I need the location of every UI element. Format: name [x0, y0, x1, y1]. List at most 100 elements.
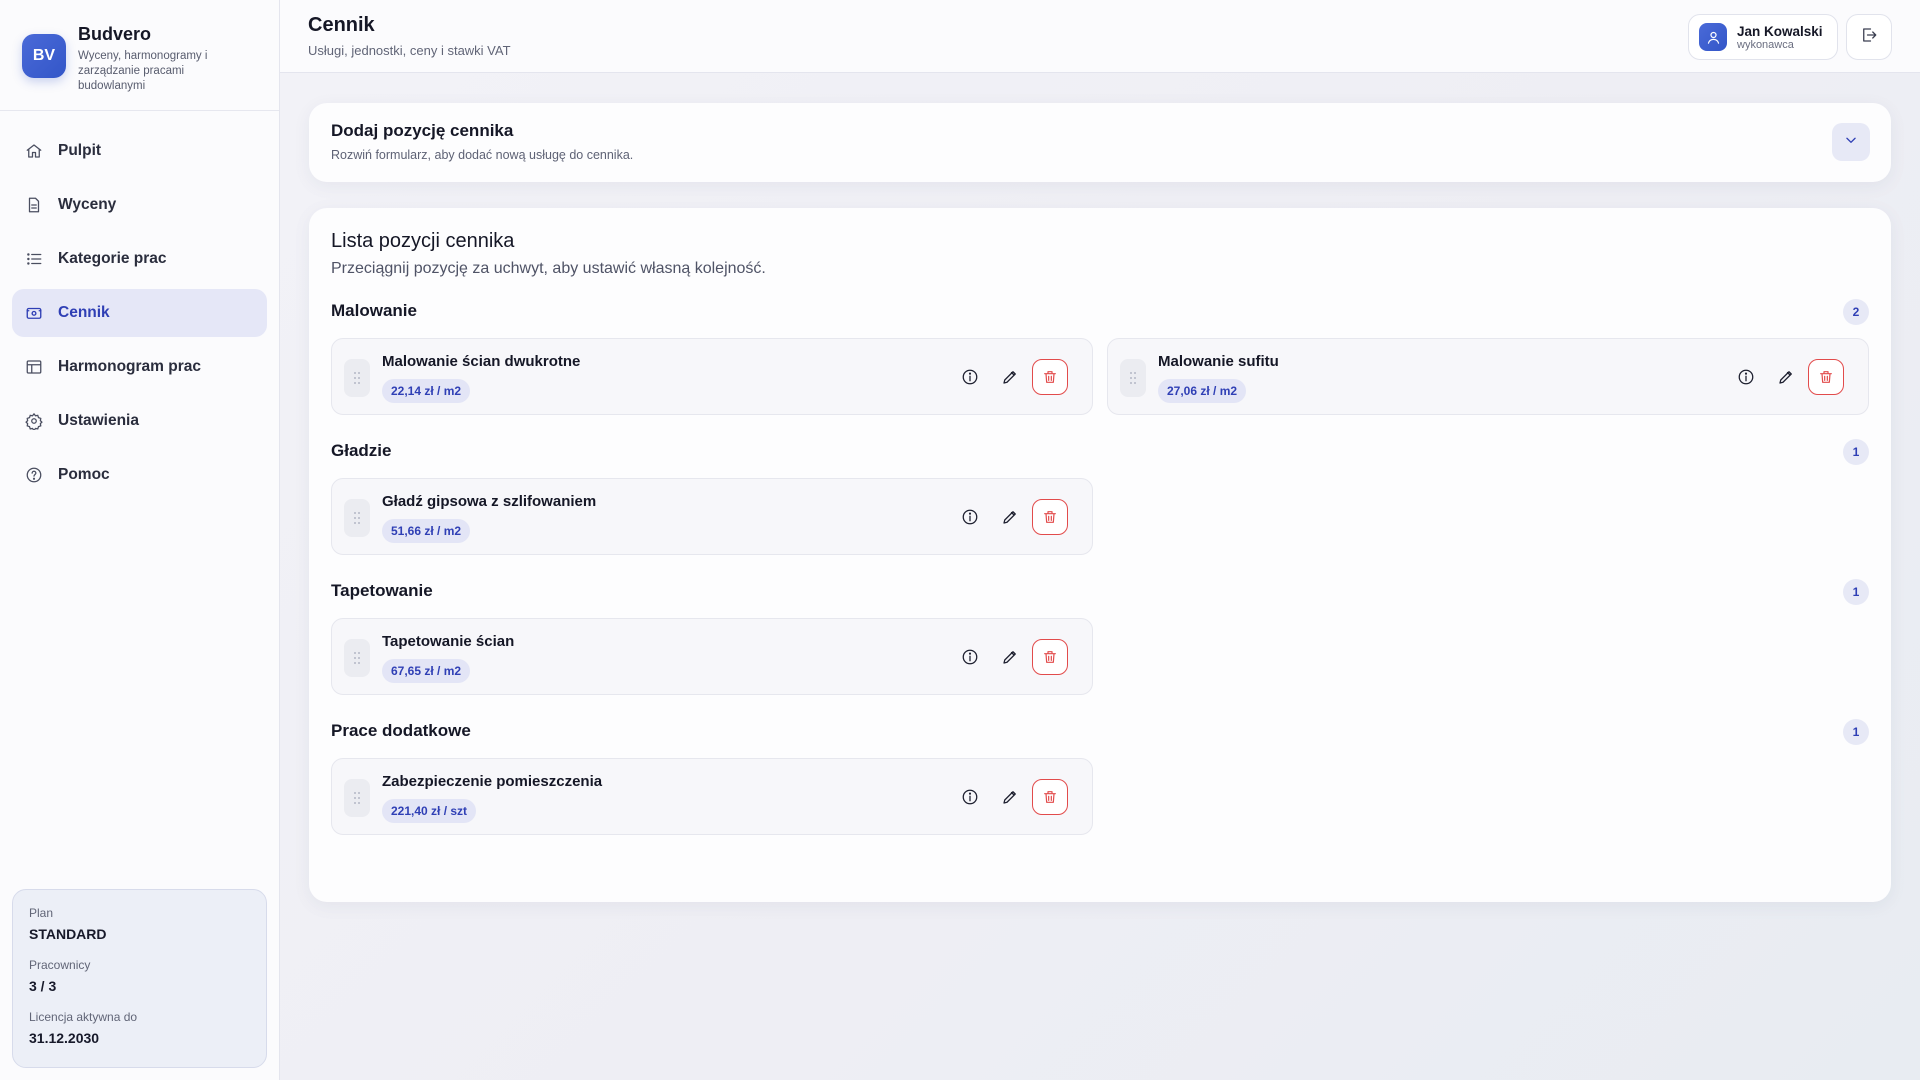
sidebar-item-pomoc[interactable]: Pomoc — [12, 451, 267, 499]
drag-handle-icon[interactable] — [1120, 359, 1146, 397]
user-menu[interactable]: Jan Kowalski wykonawca — [1688, 14, 1838, 60]
sidebar-item-label: Pomoc — [58, 466, 110, 483]
add-item-panel[interactable]: Dodaj pozycję cennika Rozwiń formularz, … — [309, 103, 1891, 182]
info-button[interactable] — [952, 499, 988, 535]
sidebar-item-ustawienia[interactable]: Ustawienia — [12, 397, 267, 445]
edit-button[interactable] — [992, 779, 1028, 815]
license-label: Licencja aktywna do — [29, 1010, 138, 1024]
category-header-gladzie: Gładzie 1 — [331, 437, 1869, 467]
document-icon — [24, 195, 44, 215]
app-tagline: Wyceny, harmonogramy i zarządzanie praca… — [78, 50, 208, 92]
category-count-badge: 2 — [1843, 299, 1869, 325]
app-name: Budvero — [78, 24, 152, 44]
delete-button[interactable] — [1032, 779, 1068, 815]
page-title: Cennik — [308, 14, 375, 36]
pencil-icon — [1003, 651, 1016, 664]
drag-handle-icon[interactable] — [344, 779, 370, 817]
sidebar-item-label: Wyceny — [58, 196, 117, 213]
list-title: Lista pozycji cennika — [331, 230, 515, 252]
price-item: Zabezpieczenie pomieszczenia 221,40 zł /… — [331, 758, 1093, 835]
sidebar-item-label: Ustawienia — [58, 412, 139, 429]
delete-button[interactable] — [1808, 359, 1844, 395]
category-header-prace-dodatkowe: Prace dodatkowe 1 — [331, 717, 1869, 747]
category-count-badge: 1 — [1843, 439, 1869, 465]
item-name: Tapetowanie ścian — [382, 633, 515, 650]
category-name: Malowanie — [331, 301, 417, 320]
pencil-icon — [1003, 791, 1016, 804]
home-icon — [24, 141, 44, 161]
brand: BV Budvero Wyceny, harmonogramy i zarząd… — [0, 0, 279, 111]
list-subtitle: Przeciągnij pozycję za uchwyt, aby ustaw… — [331, 260, 766, 277]
sidebar-item-pulpit[interactable]: Pulpit — [12, 127, 267, 175]
plan-value: STANDARD — [29, 926, 107, 942]
trash-icon — [1044, 511, 1056, 523]
trash-icon — [1044, 371, 1056, 383]
price-badge: 67,65 zł / m2 — [382, 659, 471, 683]
help-icon — [24, 465, 44, 485]
info-icon — [962, 509, 978, 525]
delete-button[interactable] — [1032, 499, 1068, 535]
sidebar-nav: Pulpit Wyceny Kategorie prac Cennik Harm… — [0, 111, 279, 521]
info-icon — [962, 649, 978, 665]
price-tag-icon — [24, 303, 44, 323]
price-badge: 27,06 zł / m2 — [1158, 379, 1247, 403]
user-name: Jan Kowalski — [1737, 23, 1823, 39]
price-item: Tapetowanie ścian 67,65 zł / m2 — [331, 618, 1093, 695]
item-name: Zabezpieczenie pomieszczenia — [382, 773, 603, 790]
edit-button[interactable] — [992, 639, 1028, 675]
page-subtitle: Usługi, jednostki, ceny i stawki VAT — [308, 43, 511, 58]
category-name: Gładzie — [331, 441, 392, 460]
logout-icon — [1860, 26, 1878, 49]
chevron-down-icon — [1844, 133, 1858, 152]
workers-value: 3 / 3 — [29, 978, 57, 994]
sidebar-item-wyceny[interactable]: Wyceny — [12, 181, 267, 229]
drag-handle-icon[interactable] — [344, 639, 370, 677]
info-button[interactable] — [1728, 359, 1764, 395]
workers-label: Pracownicy — [29, 958, 91, 972]
list-icon — [24, 249, 44, 269]
info-icon — [962, 789, 978, 805]
plan-card: Plan STANDARD Pracownicy 3 / 3 Licencja … — [12, 889, 267, 1068]
edit-button[interactable] — [992, 359, 1028, 395]
sidebar-item-cennik[interactable]: Cennik — [12, 289, 267, 337]
category-header-malowanie: Malowanie 2 — [331, 297, 1869, 327]
price-item: Malowanie ścian dwukrotne 22,14 zł / m2 — [331, 338, 1093, 415]
sidebar-item-kategorie[interactable]: Kategorie prac — [12, 235, 267, 283]
info-button[interactable] — [952, 639, 988, 675]
drag-handle-icon[interactable] — [344, 499, 370, 537]
trash-icon — [1044, 651, 1056, 663]
info-button[interactable] — [952, 779, 988, 815]
info-button[interactable] — [952, 359, 988, 395]
trash-icon — [1820, 371, 1832, 383]
category-name: Prace dodatkowe — [331, 721, 471, 740]
delete-button[interactable] — [1032, 359, 1068, 395]
category-count-badge: 1 — [1843, 579, 1869, 605]
info-icon — [1738, 369, 1754, 385]
info-icon — [962, 369, 978, 385]
price-badge: 221,40 zł / szt — [382, 799, 477, 823]
delete-button[interactable] — [1032, 639, 1068, 675]
user-role: wykonawca — [1737, 38, 1794, 51]
sidebar-item-label: Kategorie prac — [58, 250, 167, 267]
sidebar-item-label: Cennik — [58, 304, 110, 321]
user-icon — [1699, 23, 1727, 51]
plan-label: Plan — [29, 906, 54, 920]
pencil-icon — [1779, 371, 1792, 384]
pencil-icon — [1003, 511, 1016, 524]
sidebar: BV Budvero Wyceny, harmonogramy i zarząd… — [0, 0, 280, 1080]
expand-form-button[interactable] — [1832, 123, 1870, 161]
sidebar-item-label: Harmonogram prac — [58, 358, 201, 375]
add-panel-title: Dodaj pozycję cennika — [331, 121, 514, 140]
sidebar-item-harmonogram[interactable]: Harmonogram prac — [12, 343, 267, 391]
logout-button[interactable] — [1846, 14, 1892, 60]
app-logo[interactable]: BV — [22, 34, 66, 78]
price-badge: 22,14 zł / m2 — [382, 379, 471, 403]
add-panel-subtitle: Rozwiń formularz, aby dodać nową usługę … — [331, 148, 634, 162]
calendar-icon — [24, 357, 44, 377]
edit-button[interactable] — [1768, 359, 1804, 395]
pencil-icon — [1003, 371, 1016, 384]
drag-handle-icon[interactable] — [344, 359, 370, 397]
edit-button[interactable] — [992, 499, 1028, 535]
category-name: Tapetowanie — [331, 581, 433, 600]
gear-icon — [24, 411, 44, 431]
